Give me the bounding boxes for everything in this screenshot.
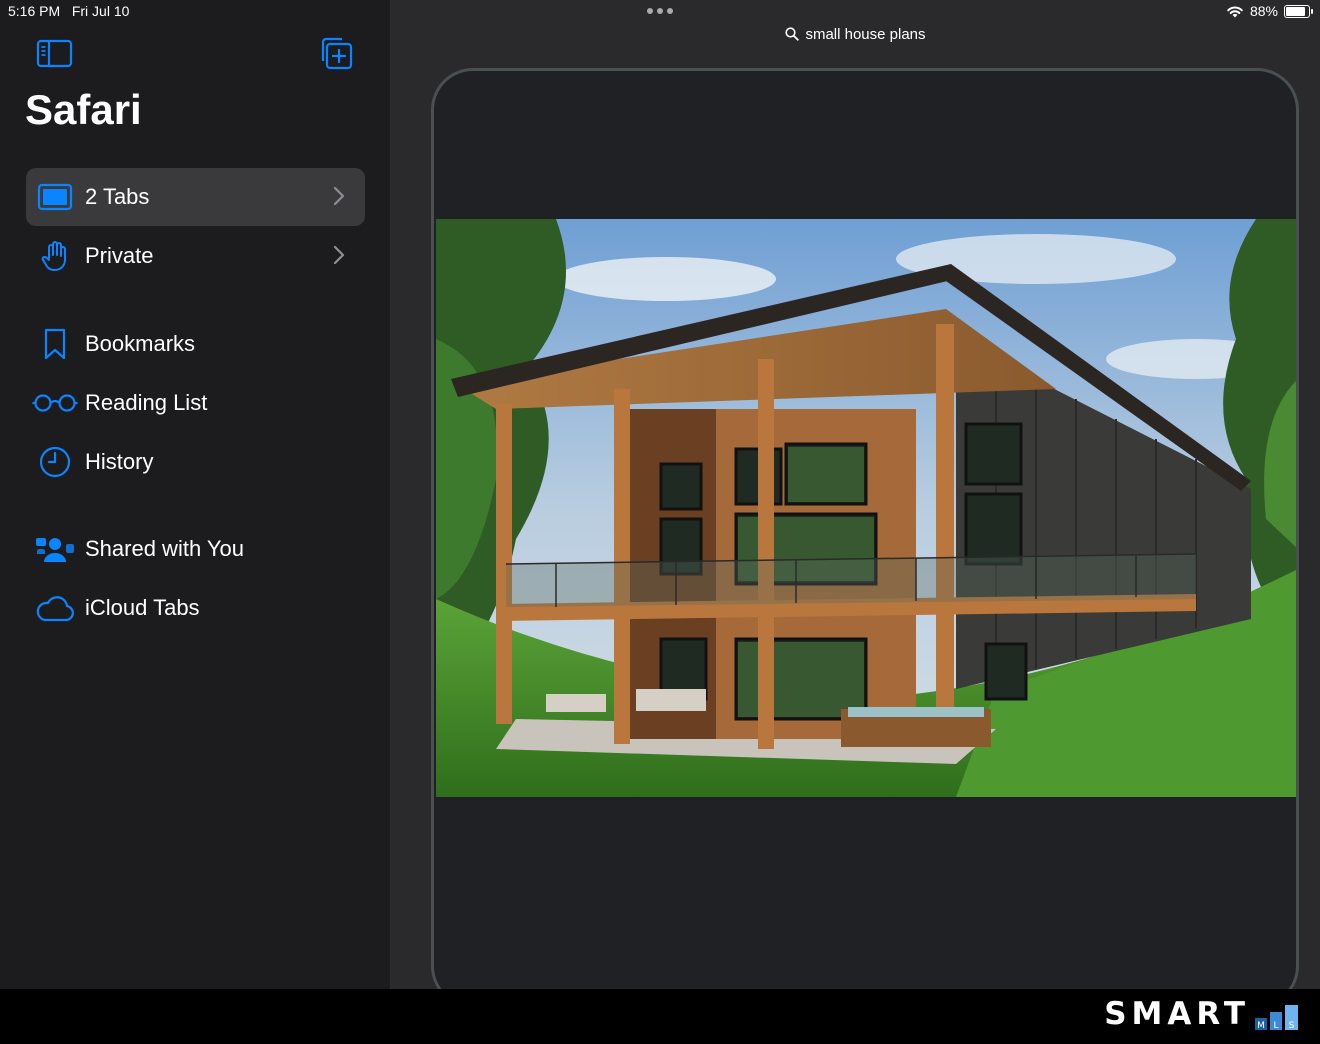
sidebar-item-shared-with-you[interactable]: Shared with You [26,520,365,578]
sidebar-item-label: iCloud Tabs [85,595,200,620]
tab-title-text: small house plans [805,25,926,43]
battery-fill [1286,6,1306,16]
chevron-right-icon [333,186,345,206]
glasses-icon [27,393,83,413]
clock-icon [27,445,83,479]
sidebar-item-label: History [85,449,154,474]
sidebar-item-private[interactable]: Private [26,227,365,285]
chevron-right-icon [333,245,345,265]
hand-icon [27,240,83,272]
battery-percent: 88% [1249,3,1278,19]
date-label: Fri Jul 10 [71,3,130,19]
tablet-icon [27,183,83,211]
battery-icon [1284,4,1313,18]
status-time: 5:16 PM Fri Jul 10 [8,3,129,19]
watermark-bar: SMART M L S [0,989,1320,1044]
wifi-icon [1227,6,1243,17]
search-icon [785,27,800,41]
sidebar-item-bookmarks[interactable]: Bookmarks [26,315,365,373]
svg-text:M: M [1257,1021,1265,1031]
sidebar-item-reading-list[interactable]: Reading List [26,374,365,432]
mls-badge-icon: M L S [1255,1005,1298,1031]
status-bar: 5:16 PM Fri Jul 10 88% [0,0,1320,22]
sidebar-item-history[interactable]: History [26,433,365,491]
svg-text:S: S [1289,1021,1295,1031]
sidebar-item-label: Reading List [85,390,208,415]
people-icon [27,534,83,564]
sidebar-item-label: 2 Tabs [85,184,150,209]
new-tab-group-icon[interactable] [318,36,354,72]
bookmark-icon [27,328,83,360]
cloud-icon [27,594,83,622]
house-image [436,219,1296,797]
status-right: 88% [1226,3,1313,19]
time-label: 5:16 PM [8,3,61,19]
smart-mls-logo: SMART M L S [1104,996,1300,1032]
sidebar-toolbar [36,36,354,72]
sidebar-title: Safari [25,86,142,133]
svg-text:L: L [1273,1021,1278,1031]
sidebar-item-icloud-tabs[interactable]: iCloud Tabs [26,579,365,637]
tab-overview: small house plans [391,0,1320,1008]
tab-thumbnail[interactable] [431,68,1299,1008]
sidebar-toggle-icon[interactable] [36,38,74,70]
sidebar: Safari 2 Tabs Private Bookmarks Reading … [0,0,391,989]
sidebar-item-label: Bookmarks [85,331,196,356]
sidebar-item-label: Shared with You [85,536,245,561]
sidebar-item-tabs[interactable]: 2 Tabs [26,168,365,226]
sidebar-item-label: Private [85,243,154,268]
tab-title[interactable]: small house plans [391,22,1320,46]
